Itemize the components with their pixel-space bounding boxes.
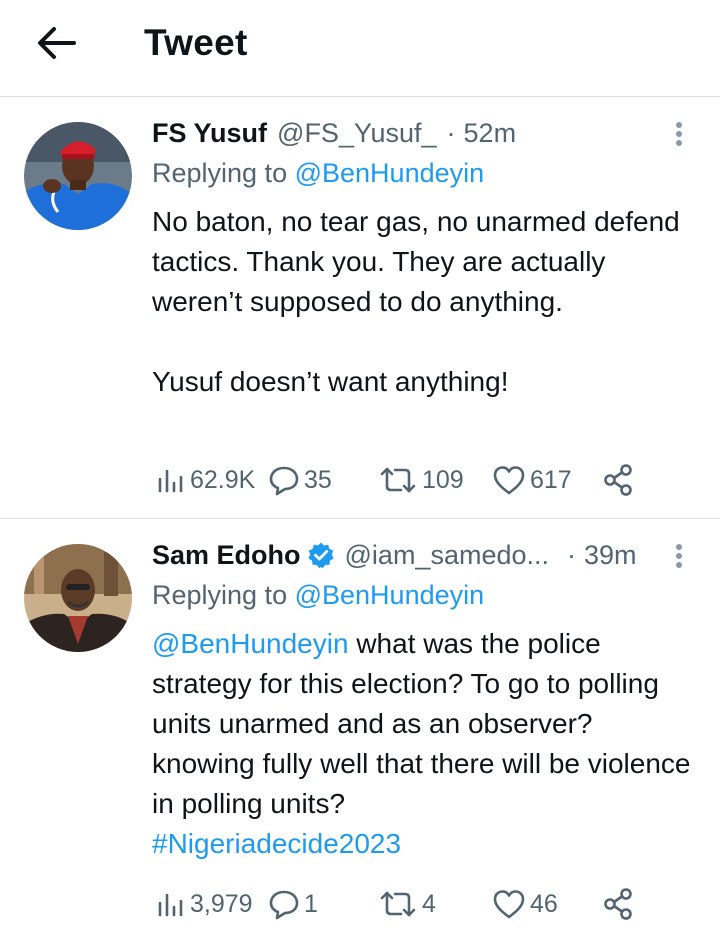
tweet-header: FS Yusuf @FS_Yusuf_ · 52m (152, 116, 516, 150)
more-vertical-icon (666, 122, 692, 146)
heart-icon (493, 890, 525, 919)
tweet-hashtag[interactable]: #Nigeriadecide2023 (152, 828, 401, 859)
tweet-reply[interactable]: FS Yusuf @FS_Yusuf_ · 52m Replying to @B… (0, 98, 720, 519)
tweet-paragraph: Yusuf doesn’t want anything! (152, 366, 509, 397)
share-icon (604, 888, 632, 920)
replying-to-label: Replying to (152, 158, 288, 188)
avatar[interactable] (24, 122, 132, 230)
more-options-button[interactable] (666, 120, 692, 148)
like-count: 46 (530, 889, 558, 918)
replying-to: Replying to @BenHundeyin (152, 158, 484, 189)
reply-button[interactable]: 35 (268, 460, 332, 500)
replying-to-label: Replying to (152, 580, 288, 610)
retweet-count: 109 (422, 465, 464, 494)
share-button[interactable] (602, 460, 634, 500)
like-button[interactable]: 46 (492, 884, 558, 924)
like-button[interactable]: 617 (492, 460, 572, 500)
author-handle[interactable]: @iam_samedo... (345, 540, 550, 571)
views-button[interactable]: 62.9K (156, 460, 255, 500)
like-count: 617 (530, 465, 572, 494)
replying-to: Replying to @BenHundeyin (152, 580, 484, 611)
reply-button[interactable]: 1 (268, 884, 318, 924)
reply-icon (269, 466, 299, 496)
tweet-text: No baton, no tear gas, no unarmed defend… (152, 202, 692, 402)
tweet-mention[interactable]: @BenHundeyin (152, 628, 349, 659)
author-name[interactable]: FS Yusuf (152, 118, 267, 149)
tweet-header: Sam Edoho @iam_samedo... · 39m (152, 538, 637, 572)
analytics-icon (158, 469, 183, 493)
views-count: 62.9K (190, 465, 256, 494)
tweet-paragraph: No baton, no tear gas, no unarmed defend… (152, 206, 680, 317)
author-name[interactable]: Sam Edoho (152, 540, 301, 571)
retweet-icon (380, 467, 416, 493)
replying-to-mention[interactable]: @BenHundeyin (295, 158, 485, 188)
views-count: 3,979 (190, 889, 253, 918)
retweet-button[interactable]: 4 (378, 884, 436, 924)
views-button[interactable]: 3,979 (156, 884, 253, 924)
replying-to-mention[interactable]: @BenHundeyin (295, 580, 485, 610)
top-bar: Tweet (0, 0, 720, 97)
separator: · (446, 117, 456, 148)
heart-icon (493, 466, 525, 495)
reply-count: 1 (304, 889, 318, 918)
more-vertical-icon (666, 544, 692, 568)
verified-badge-icon (307, 541, 335, 569)
reply-icon (269, 890, 299, 920)
retweet-button[interactable]: 109 (378, 460, 464, 500)
author-handle[interactable]: @FS_Yusuf_ (277, 118, 437, 149)
back-button[interactable] (36, 24, 78, 62)
share-button[interactable] (602, 884, 634, 924)
page-title: Tweet (144, 22, 248, 63)
analytics-icon (158, 893, 183, 917)
arrow-left-icon (38, 27, 76, 59)
tweet-text: @BenHundeyin what was the police strateg… (152, 624, 692, 864)
avatar-image (24, 544, 132, 652)
tweet-actions: 62.9K 35 109 617 (152, 460, 692, 500)
retweet-icon (380, 891, 416, 917)
tweet-actions: 3,979 1 4 46 (152, 884, 692, 924)
timestamp[interactable]: 39m (584, 540, 637, 571)
more-options-button[interactable] (666, 542, 692, 570)
avatar-image (24, 122, 132, 230)
reply-count: 35 (304, 465, 332, 494)
share-icon (604, 464, 632, 496)
avatar[interactable] (24, 544, 132, 652)
tweet-reply[interactable]: Sam Edoho @iam_samedo... · 39m Replying … (0, 520, 720, 944)
retweet-count: 4 (422, 889, 436, 918)
separator: · (567, 539, 577, 570)
timestamp[interactable]: 52m (464, 118, 517, 149)
